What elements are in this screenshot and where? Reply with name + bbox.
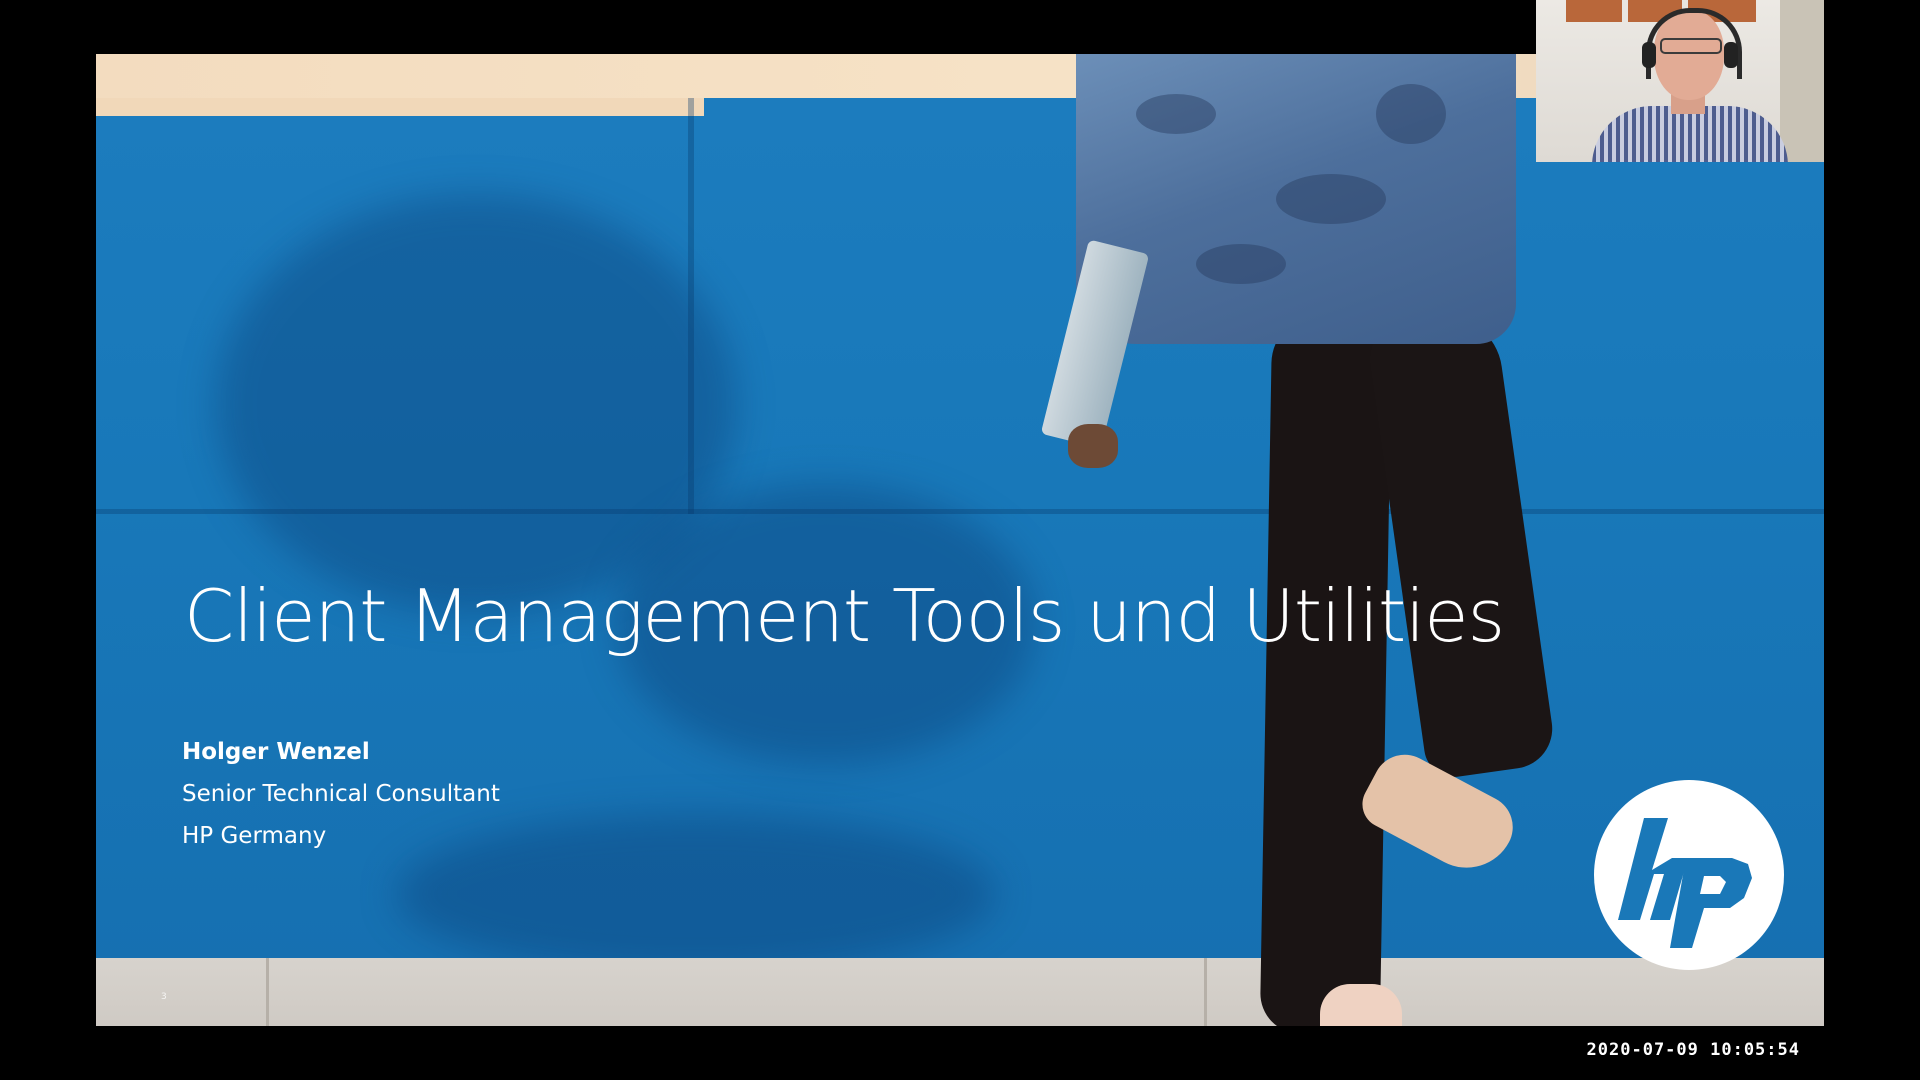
sidewalk-joint (1204, 958, 1207, 1026)
headset-earcup (1724, 42, 1738, 68)
slide-title: Client Management Tools und Utilities (184, 574, 1505, 658)
sidewalk-joint (266, 958, 269, 1026)
presentation-slide: Client Management Tools und Utilities Ho… (96, 54, 1824, 1026)
screen: Client Management Tools und Utilities Ho… (0, 0, 1920, 1080)
webcam-feed (1536, 0, 1824, 162)
sidewalk (96, 958, 1824, 1026)
slide-number: 3 (161, 992, 167, 1002)
presenter-info: Holger Wenzel Senior Technical Consultan… (182, 731, 500, 857)
recording-timestamp: 2020-07-09 10:05:54 (1586, 1040, 1800, 1060)
wall-art-gap (1622, 0, 1628, 22)
hp-logo-icon (1594, 780, 1784, 970)
wall-step (96, 98, 704, 116)
speaker-shirt (1592, 106, 1788, 162)
webcam-door (1780, 0, 1824, 162)
headset-earcup (1642, 42, 1656, 68)
presenter-name: Holger Wenzel (182, 739, 370, 765)
presenter-company: HP Germany (182, 823, 327, 849)
presenter-role: Senior Technical Consultant (182, 781, 500, 807)
